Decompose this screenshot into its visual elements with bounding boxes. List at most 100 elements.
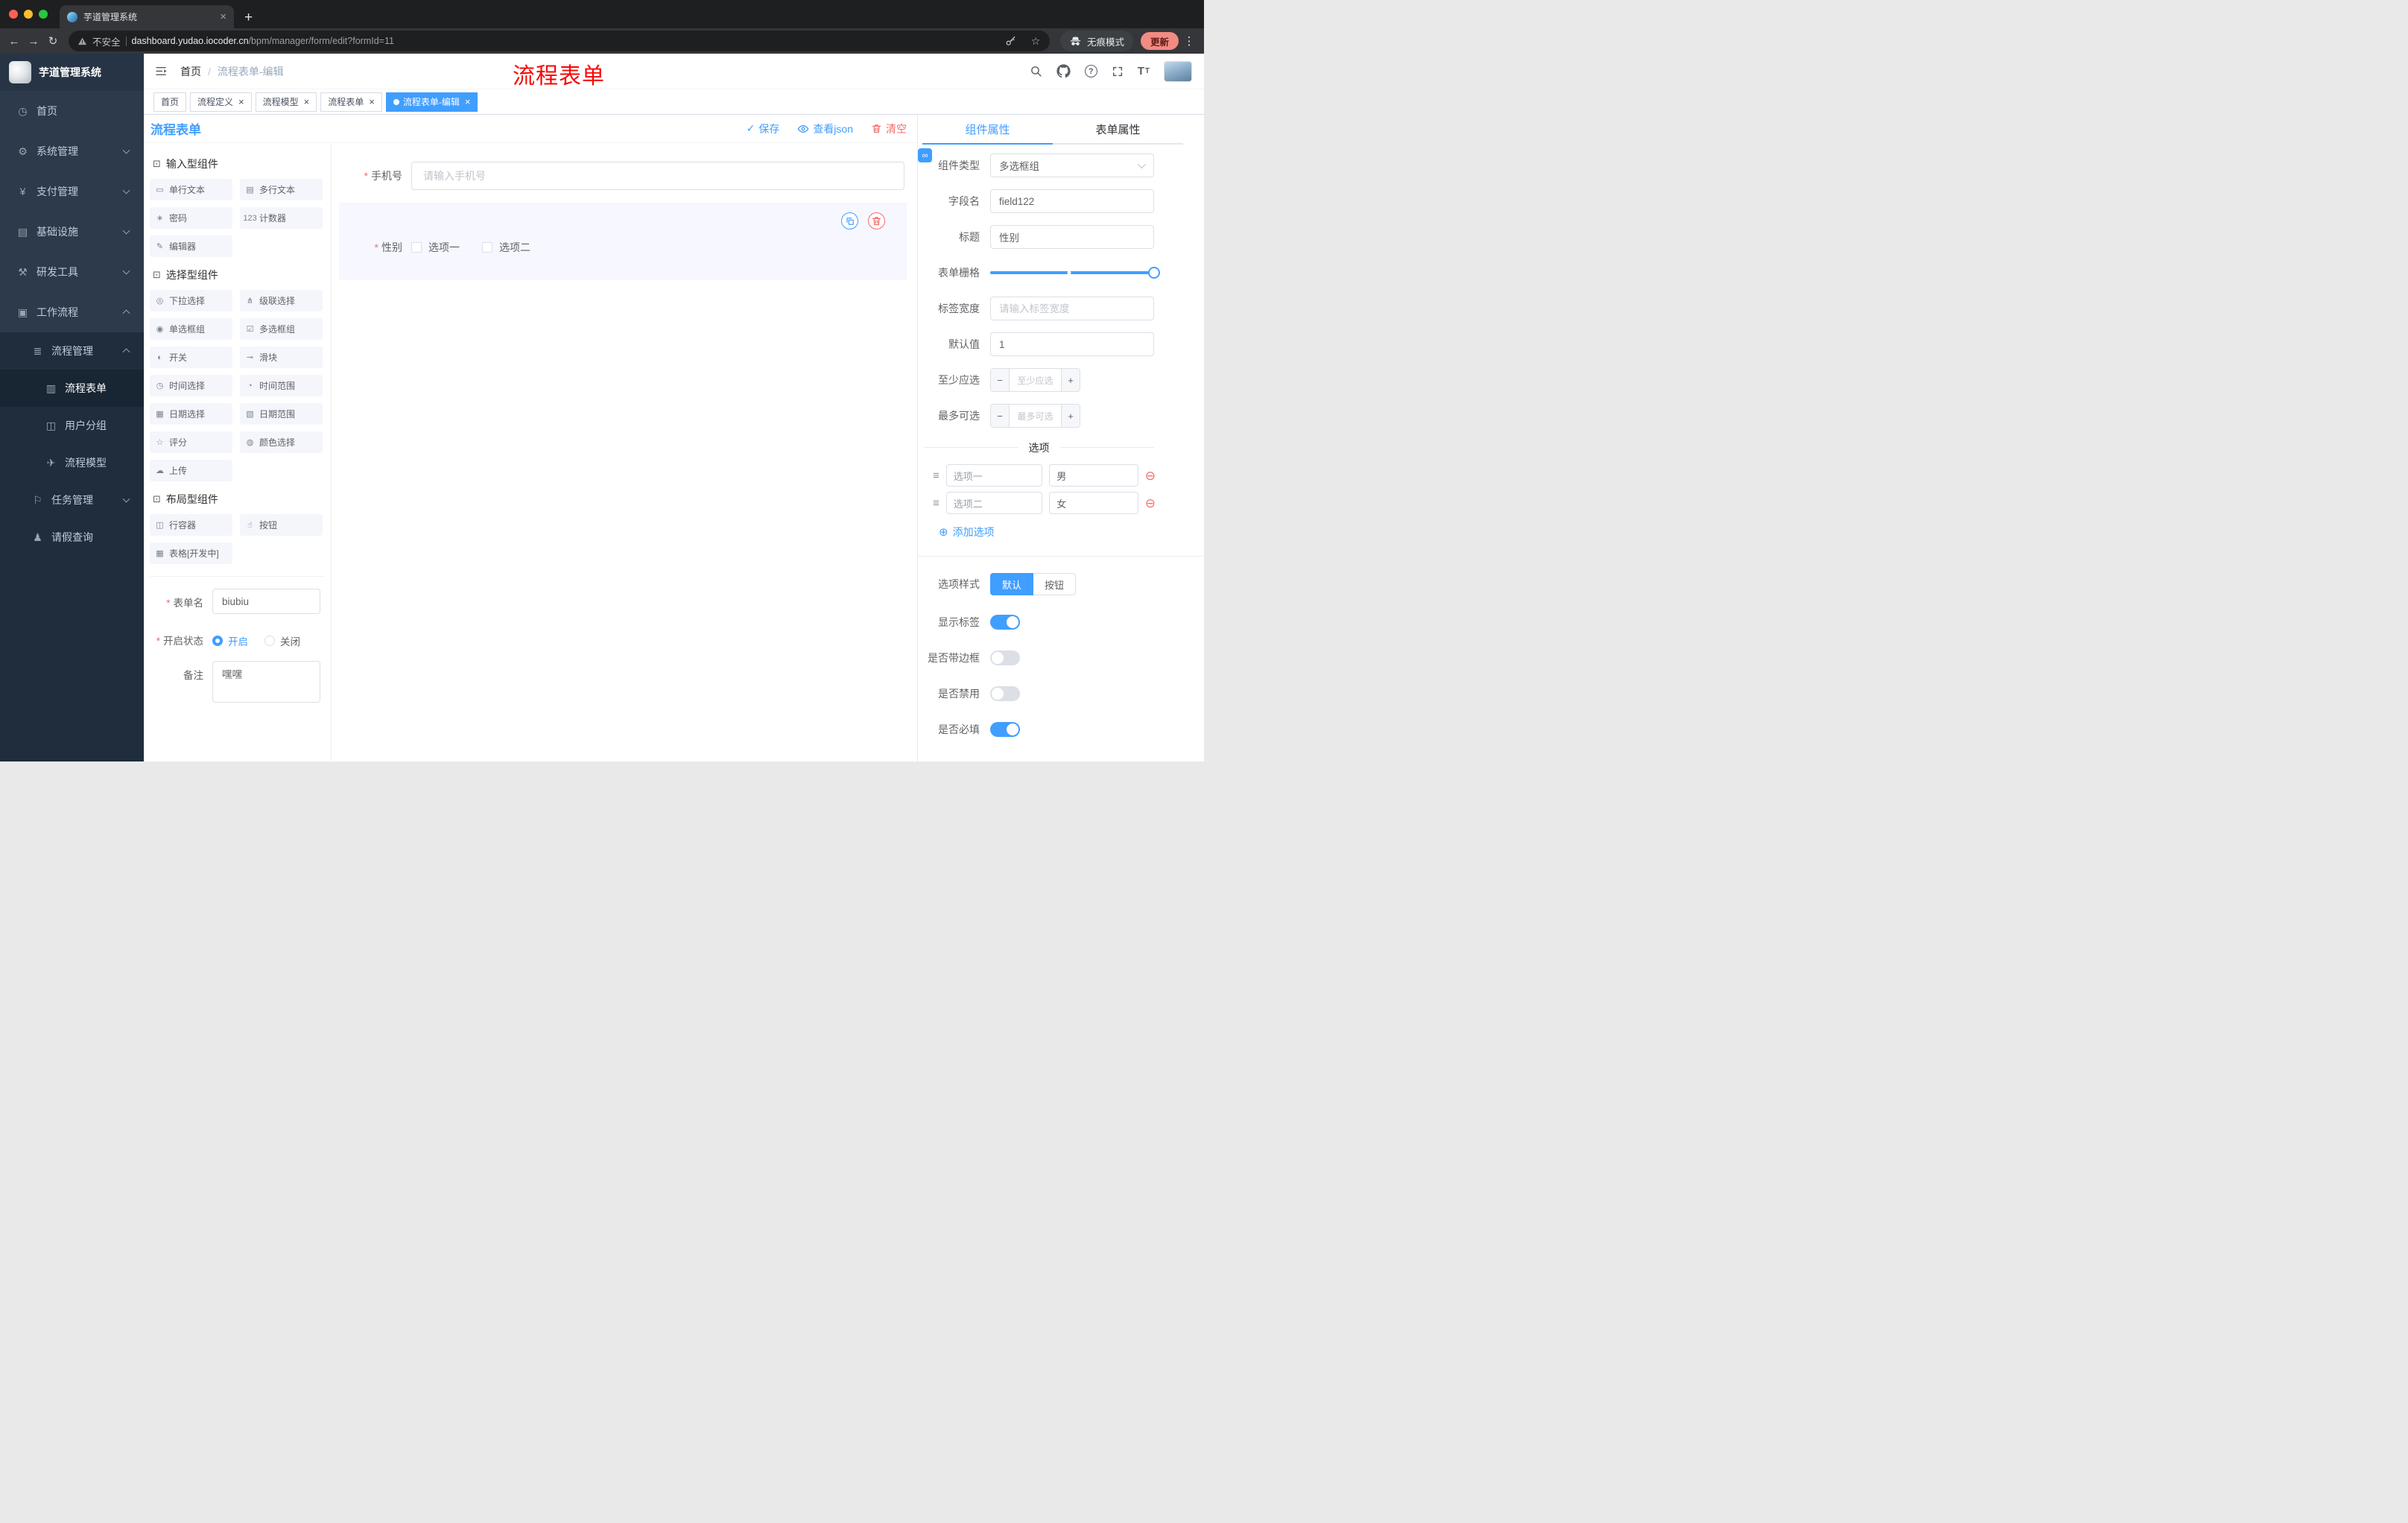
sidebar-item-process-form[interactable]: ▥ 流程表单 <box>0 370 144 407</box>
gender-checkbox[interactable]: 选项一 <box>411 240 460 255</box>
option-value-input[interactable]: 女 <box>1049 492 1138 514</box>
fullscreen-icon[interactable] <box>1112 66 1124 77</box>
prop-input-field-name[interactable] <box>990 189 1154 213</box>
option-label-input[interactable]: 选项一 <box>945 464 1043 487</box>
view-tab-process-form-edit[interactable]: 流程表单-编辑 × <box>385 92 478 112</box>
toggle-switch-bordered[interactable] <box>990 650 1020 665</box>
app-logo[interactable]: 芋道管理系统 <box>0 54 144 91</box>
status-radio[interactable]: 开启 <box>212 633 248 648</box>
prop-slider-form-grid[interactable] <box>990 261 1160 285</box>
delete-component-button[interactable] <box>868 212 885 229</box>
browser-tab[interactable]: 芋道管理系统 × <box>60 5 234 28</box>
tab-close-icon[interactable]: × <box>238 97 244 107</box>
palette-item-rate[interactable]: ☆ 评分 <box>150 431 232 453</box>
back-icon[interactable]: ← <box>4 31 24 51</box>
phone-input[interactable]: 请输入手机号 <box>411 162 904 190</box>
sidebar-item-process-model[interactable]: ✈ 流程模型 <box>0 444 144 481</box>
toggle-switch-show-label[interactable] <box>990 615 1020 630</box>
maximize-window-button[interactable] <box>39 10 48 19</box>
tab-close-icon[interactable]: × <box>304 97 310 107</box>
palette-item-color[interactable]: ◍ 颜色选择 <box>240 431 323 453</box>
sidebar-item-process-mgmt[interactable]: ≣ 流程管理 <box>0 332 144 370</box>
address-bar[interactable]: 不安全 dashboard.yudao.iocoder.cn/bpm/manag… <box>69 31 1050 51</box>
toggle-switch-required[interactable] <box>990 722 1020 737</box>
status-radio[interactable]: 关闭 <box>264 633 300 648</box>
palette-item-select[interactable]: ◎ 下拉选择 <box>150 290 232 311</box>
option-label-input[interactable]: 选项二 <box>945 492 1043 514</box>
save-button[interactable]: ✓ 保存 <box>747 121 780 136</box>
bookmark-star-icon[interactable]: ☆ <box>1026 35 1045 48</box>
new-tab-button[interactable]: + <box>244 10 253 25</box>
palette-item-slider[interactable]: ⊸ 滑块 <box>240 346 323 368</box>
sidebar-item-task-mgmt[interactable]: ⚐ 任务管理 <box>0 481 144 519</box>
view-tab-process-definition[interactable]: 流程定义 × <box>190 92 252 112</box>
palette-item-multi-line[interactable]: ▤ 多行文本 <box>240 179 323 200</box>
view-tab-process-model[interactable]: 流程模型 × <box>255 92 317 112</box>
style-option-button[interactable]: 默认 <box>990 573 1034 595</box>
prop-input-title[interactable] <box>990 225 1154 249</box>
github-icon[interactable] <box>1056 64 1071 78</box>
form-remark-input[interactable]: 嘿嘿 <box>212 661 320 703</box>
canvas-field-phone[interactable]: 手机号 请输入手机号 <box>339 161 917 191</box>
drag-handle-icon[interactable]: ≡ <box>933 469 940 482</box>
option-value-input[interactable]: 男 <box>1049 464 1138 487</box>
decrease-button[interactable]: − <box>991 369 1010 391</box>
drag-handle-icon[interactable]: ≡ <box>933 497 940 510</box>
sidebar-item-workflow[interactable]: ▣ 工作流程 <box>0 292 144 332</box>
slider-handle[interactable] <box>1148 267 1160 279</box>
palette-item-editor[interactable]: ✎ 编辑器 <box>150 235 232 257</box>
sidebar-item-user-group[interactable]: ◫ 用户分组 <box>0 407 144 444</box>
add-option-button[interactable]: ⊕ 添加选项 <box>939 525 1204 539</box>
style-option-button[interactable]: 按钮 <box>1033 573 1077 595</box>
sidebar-item-payment[interactable]: ¥ 支付管理 <box>0 171 144 212</box>
palette-item-table[interactable]: ▦ 表格[开发中] <box>150 542 232 564</box>
view-tab-process-form[interactable]: 流程表单 × <box>320 92 382 112</box>
tab-close-icon[interactable]: × <box>220 11 226 22</box>
palette-item-row-container[interactable]: ◫ 行容器 <box>150 514 232 536</box>
toggle-switch-disabled[interactable] <box>990 686 1020 701</box>
reload-icon[interactable]: ↻ <box>43 31 63 51</box>
palette-item-date-range[interactable]: ▧ 日期范围 <box>240 403 323 425</box>
sidebar-item-leave-query[interactable]: ♟ 请假查询 <box>0 519 144 556</box>
breadcrumb-home[interactable]: 首页 <box>180 64 201 79</box>
decrease-button[interactable]: − <box>991 405 1010 427</box>
gender-checkbox[interactable]: 选项二 <box>482 240 530 255</box>
sidebar-item-system[interactable]: ⚙ 系统管理 <box>0 131 144 171</box>
hamburger-icon[interactable] <box>154 64 168 78</box>
forward-icon[interactable]: → <box>24 31 43 51</box>
properties-tab[interactable]: 组件属性 <box>922 115 1053 145</box>
canvas-field-gender-selected[interactable]: 性别 选项一 选项二 <box>339 203 907 280</box>
tab-close-icon[interactable]: × <box>465 97 471 107</box>
browser-menu-icon[interactable]: ⋮ <box>1182 34 1197 48</box>
user-avatar[interactable] <box>1164 60 1192 82</box>
clear-button[interactable]: 清空 <box>871 121 907 136</box>
search-icon[interactable] <box>1030 65 1042 77</box>
field-link-icon[interactable]: ∞ <box>918 148 932 162</box>
palette-item-date[interactable]: ▦ 日期选择 <box>150 403 232 425</box>
prop-input-default-value[interactable] <box>990 332 1154 356</box>
properties-tab[interactable]: 表单属性 <box>1053 115 1183 143</box>
update-button[interactable]: 更新 <box>1140 32 1179 50</box>
palette-item-switch[interactable]: ◐ 开关 <box>150 346 232 368</box>
form-name-input[interactable] <box>212 589 320 614</box>
prop-input-label-width[interactable] <box>990 297 1154 320</box>
help-icon[interactable]: ? <box>1084 65 1097 77</box>
sidebar-item-infra[interactable]: ▤ 基础设施 <box>0 212 144 252</box>
sidebar-item-devtools[interactable]: ⚒ 研发工具 <box>0 252 144 292</box>
minimize-window-button[interactable] <box>24 10 33 19</box>
close-window-button[interactable] <box>9 10 18 19</box>
prop-select-component-type[interactable]: 多选框组 <box>990 153 1154 177</box>
palette-item-checkbox-group[interactable]: ☑ 多选框组 <box>240 318 323 340</box>
palette-item-button[interactable]: ☝ 按钮 <box>240 514 323 536</box>
copy-component-button[interactable] <box>841 212 858 229</box>
palette-item-time-range[interactable]: ◔ 时间范围 <box>240 375 323 396</box>
font-size-icon[interactable]: TT <box>1138 65 1150 77</box>
palette-item-counter[interactable]: 123 计数器 <box>240 207 323 229</box>
palette-item-single-line[interactable]: ▭ 单行文本 <box>150 179 232 200</box>
increase-button[interactable]: + <box>1061 405 1080 427</box>
view-tab-home[interactable]: 首页 <box>153 92 187 112</box>
palette-item-password[interactable]: ∗ 密码 <box>150 207 232 229</box>
palette-item-radio-group[interactable]: ◉ 单选框组 <box>150 318 232 340</box>
increase-button[interactable]: + <box>1061 369 1080 391</box>
palette-item-upload[interactable]: ☁ 上传 <box>150 460 232 481</box>
